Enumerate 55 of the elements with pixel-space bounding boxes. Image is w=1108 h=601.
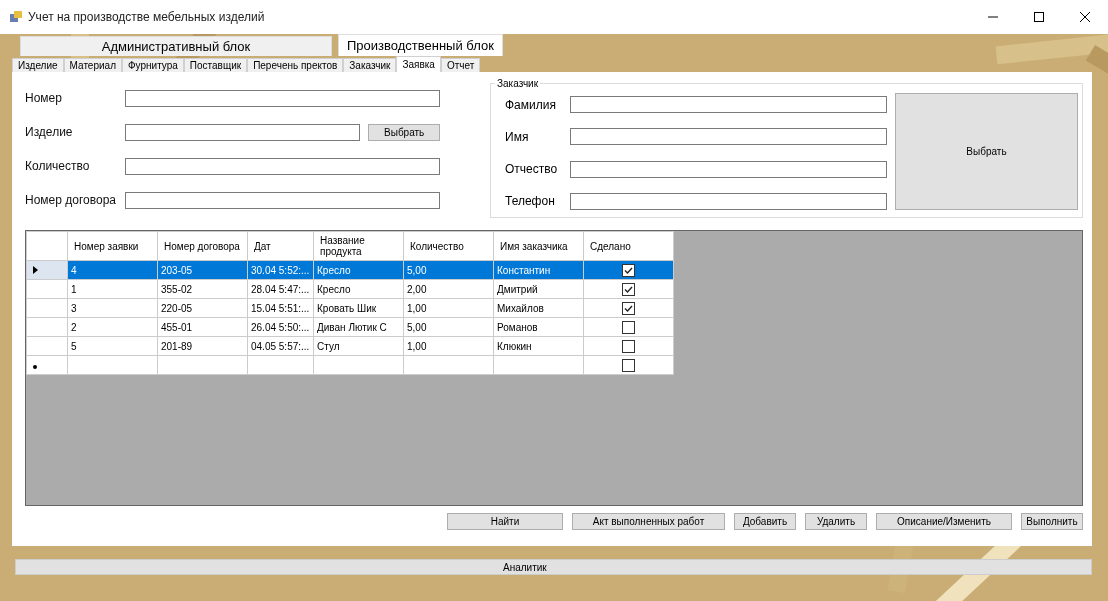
field-label: Имя — [505, 129, 530, 144]
field-label: Телефон — [505, 194, 556, 209]
input-field[interactable] — [570, 192, 887, 210]
input-field[interactable] — [124, 89, 440, 107]
action-button[interactable]: Добавить — [734, 513, 796, 530]
maximize-icon[interactable] — [1034, 12, 1044, 22]
column-header: Сделано — [583, 231, 674, 261]
input-field[interactable] — [570, 128, 887, 146]
window-title: Учет на производстве мебельных изделий — [28, 10, 266, 24]
column-header: Название продукта — [313, 231, 404, 261]
column-header: Дат — [247, 231, 314, 261]
field-label: Количество — [25, 159, 91, 173]
column-header: Номер заявки — [67, 231, 158, 261]
group-title: Заказчик — [496, 78, 540, 89]
tab[interactable]: Производственный блок — [338, 34, 503, 56]
checkbox[interactable] — [622, 301, 635, 315]
action-button[interactable]: Найти — [447, 513, 563, 530]
field-label: Номер — [25, 91, 63, 105]
close-icon[interactable] — [1080, 12, 1090, 22]
tab[interactable]: Административный блок — [20, 36, 332, 56]
input-field[interactable] — [570, 96, 887, 114]
column-header: Имя заказчика — [493, 231, 584, 261]
select-button[interactable]: Выбрать — [368, 123, 440, 141]
field-label: Отчество — [505, 162, 559, 177]
row-pointer-icon — [33, 265, 38, 274]
tab[interactable]: Перечень пректов — [247, 58, 344, 72]
new-row-icon — [33, 364, 37, 369]
field-label: Изделие — [25, 125, 74, 139]
field-label: Номер договора — [25, 193, 117, 207]
tab[interactable]: Поставщик — [183, 58, 248, 72]
action-button[interactable]: Описание/Изменить — [876, 513, 1012, 530]
checkbox[interactable] — [622, 263, 635, 277]
tab[interactable]: Материал — [63, 58, 122, 72]
checkbox[interactable] — [622, 339, 635, 353]
app-icon — [10, 11, 22, 23]
column-header: Номер договора — [157, 231, 248, 261]
column-header: Количество — [403, 231, 494, 261]
field-label: Фамилия — [505, 97, 557, 112]
action-button[interactable]: Выполнить — [1021, 513, 1083, 530]
tab[interactable]: Заявка — [396, 56, 441, 72]
analytics-button[interactable]: Аналитик — [15, 559, 1092, 575]
tab[interactable]: Изделие — [12, 58, 64, 72]
input-field[interactable] — [124, 157, 440, 175]
action-button[interactable]: Акт выполненных работ — [572, 513, 725, 530]
checkbox[interactable] — [622, 358, 635, 372]
tab[interactable]: Фурнитура — [121, 58, 184, 72]
tab[interactable]: Заказчик — [343, 58, 397, 72]
select-button[interactable]: Выбрать — [895, 93, 1078, 210]
input-field[interactable] — [570, 160, 887, 178]
action-button[interactable]: Удалить — [805, 513, 867, 530]
input-field[interactable] — [124, 123, 361, 141]
checkbox[interactable] — [622, 282, 635, 296]
input-field[interactable] — [124, 191, 440, 209]
checkbox[interactable] — [622, 320, 635, 334]
tab[interactable]: Отчет — [440, 58, 481, 72]
